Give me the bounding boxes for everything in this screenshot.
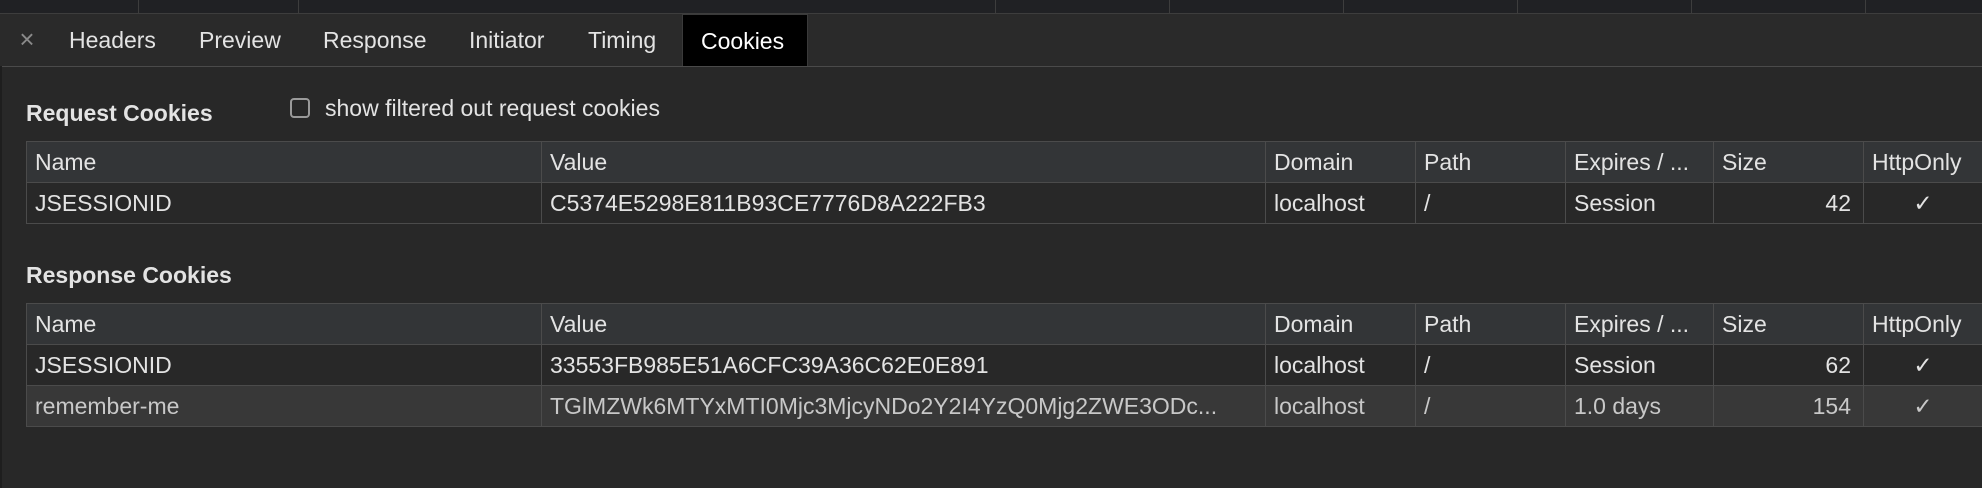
column-divider (138, 0, 139, 13)
column-header-name[interactable]: Name (26, 141, 542, 183)
column-header-size[interactable]: Size (1713, 303, 1864, 345)
cookie-expires[interactable]: Session (1565, 344, 1714, 386)
table-row[interactable]: remember-me TGlMZWk6MTYxMTI0Mjc3MjcyNDo2… (26, 385, 1982, 427)
cookie-value[interactable]: 33553FB985E51A6CFC39A36C62E0E891 (541, 344, 1266, 386)
column-header-value[interactable]: Value (541, 303, 1266, 345)
cookie-name[interactable]: remember-me (26, 385, 542, 427)
panel-left-border (0, 66, 2, 488)
cookie-expires[interactable]: 1.0 days (1565, 385, 1714, 427)
tab-initiator[interactable]: Initiator (469, 14, 544, 66)
cookie-size[interactable]: 154 (1713, 385, 1864, 427)
column-header-httponly[interactable]: HttpOnly (1863, 141, 1982, 183)
httponly-check-icon: ✓ (1863, 385, 1982, 427)
request-cookies-table: Name Value Domain Path Expires / ... Siz… (26, 141, 1982, 224)
column-header-value[interactable]: Value (541, 141, 1266, 183)
cookie-size[interactable]: 42 (1713, 182, 1864, 224)
tab-preview[interactable]: Preview (199, 14, 281, 66)
show-filtered-cookies-checkbox[interactable] (290, 98, 310, 118)
column-header-expires[interactable]: Expires / ... (1565, 303, 1714, 345)
response-cookies-heading: Response Cookies (26, 262, 232, 288)
httponly-check-icon: ✓ (1863, 182, 1982, 224)
table-header-row: Name Value Domain Path Expires / ... Siz… (26, 303, 1982, 345)
column-header-size[interactable]: Size (1713, 141, 1864, 183)
column-header-domain[interactable]: Domain (1265, 141, 1416, 183)
column-divider (1691, 0, 1692, 13)
column-divider (995, 0, 996, 13)
cookie-value[interactable]: C5374E5298E811B93CE7776D8A222FB3 (541, 182, 1266, 224)
column-header-name[interactable]: Name (26, 303, 542, 345)
close-icon[interactable]: × (14, 24, 40, 54)
cookie-size[interactable]: 62 (1713, 344, 1864, 386)
show-filtered-cookies-label[interactable]: show filtered out request cookies (325, 95, 660, 122)
tab-timing[interactable]: Timing (588, 14, 656, 66)
cookie-name[interactable]: JSESSIONID (26, 344, 542, 386)
cookie-path[interactable]: / (1415, 182, 1566, 224)
column-divider (1343, 0, 1344, 13)
tab-headers[interactable]: Headers (69, 14, 156, 66)
cookie-value[interactable]: TGlMZWk6MTYxMTI0Mjc3MjcyNDo2Y2I4YzQ0Mjg2… (541, 385, 1266, 427)
cookie-domain[interactable]: localhost (1265, 344, 1416, 386)
request-list-strip (0, 0, 1982, 14)
httponly-check-icon: ✓ (1863, 344, 1982, 386)
column-header-expires[interactable]: Expires / ... (1565, 141, 1714, 183)
request-cookies-heading: Request Cookies (26, 100, 213, 126)
tab-cookies[interactable]: Cookies (682, 14, 808, 66)
table-header-row: Name Value Domain Path Expires / ... Siz… (26, 141, 1982, 183)
cookie-domain[interactable]: localhost (1265, 385, 1416, 427)
cookie-domain[interactable]: localhost (1265, 182, 1416, 224)
column-header-httponly[interactable]: HttpOnly (1863, 303, 1982, 345)
column-divider (1865, 0, 1866, 13)
response-cookies-table: Name Value Domain Path Expires / ... Siz… (26, 303, 1982, 427)
column-divider (298, 0, 299, 13)
cookie-name[interactable]: JSESSIONID (26, 182, 542, 224)
cookie-expires[interactable]: Session (1565, 182, 1714, 224)
table-row[interactable]: JSESSIONID 33553FB985E51A6CFC39A36C62E0E… (26, 344, 1982, 386)
column-header-path[interactable]: Path (1415, 141, 1566, 183)
column-divider (1517, 0, 1518, 13)
column-header-path[interactable]: Path (1415, 303, 1566, 345)
tab-response[interactable]: Response (323, 14, 427, 66)
cookie-path[interactable]: / (1415, 344, 1566, 386)
table-row[interactable]: JSESSIONID C5374E5298E811B93CE7776D8A222… (26, 182, 1982, 224)
details-tab-bar: × Headers Preview Response Initiator Tim… (0, 14, 1982, 67)
column-divider (1169, 0, 1170, 13)
column-header-domain[interactable]: Domain (1265, 303, 1416, 345)
cookie-path[interactable]: / (1415, 385, 1566, 427)
